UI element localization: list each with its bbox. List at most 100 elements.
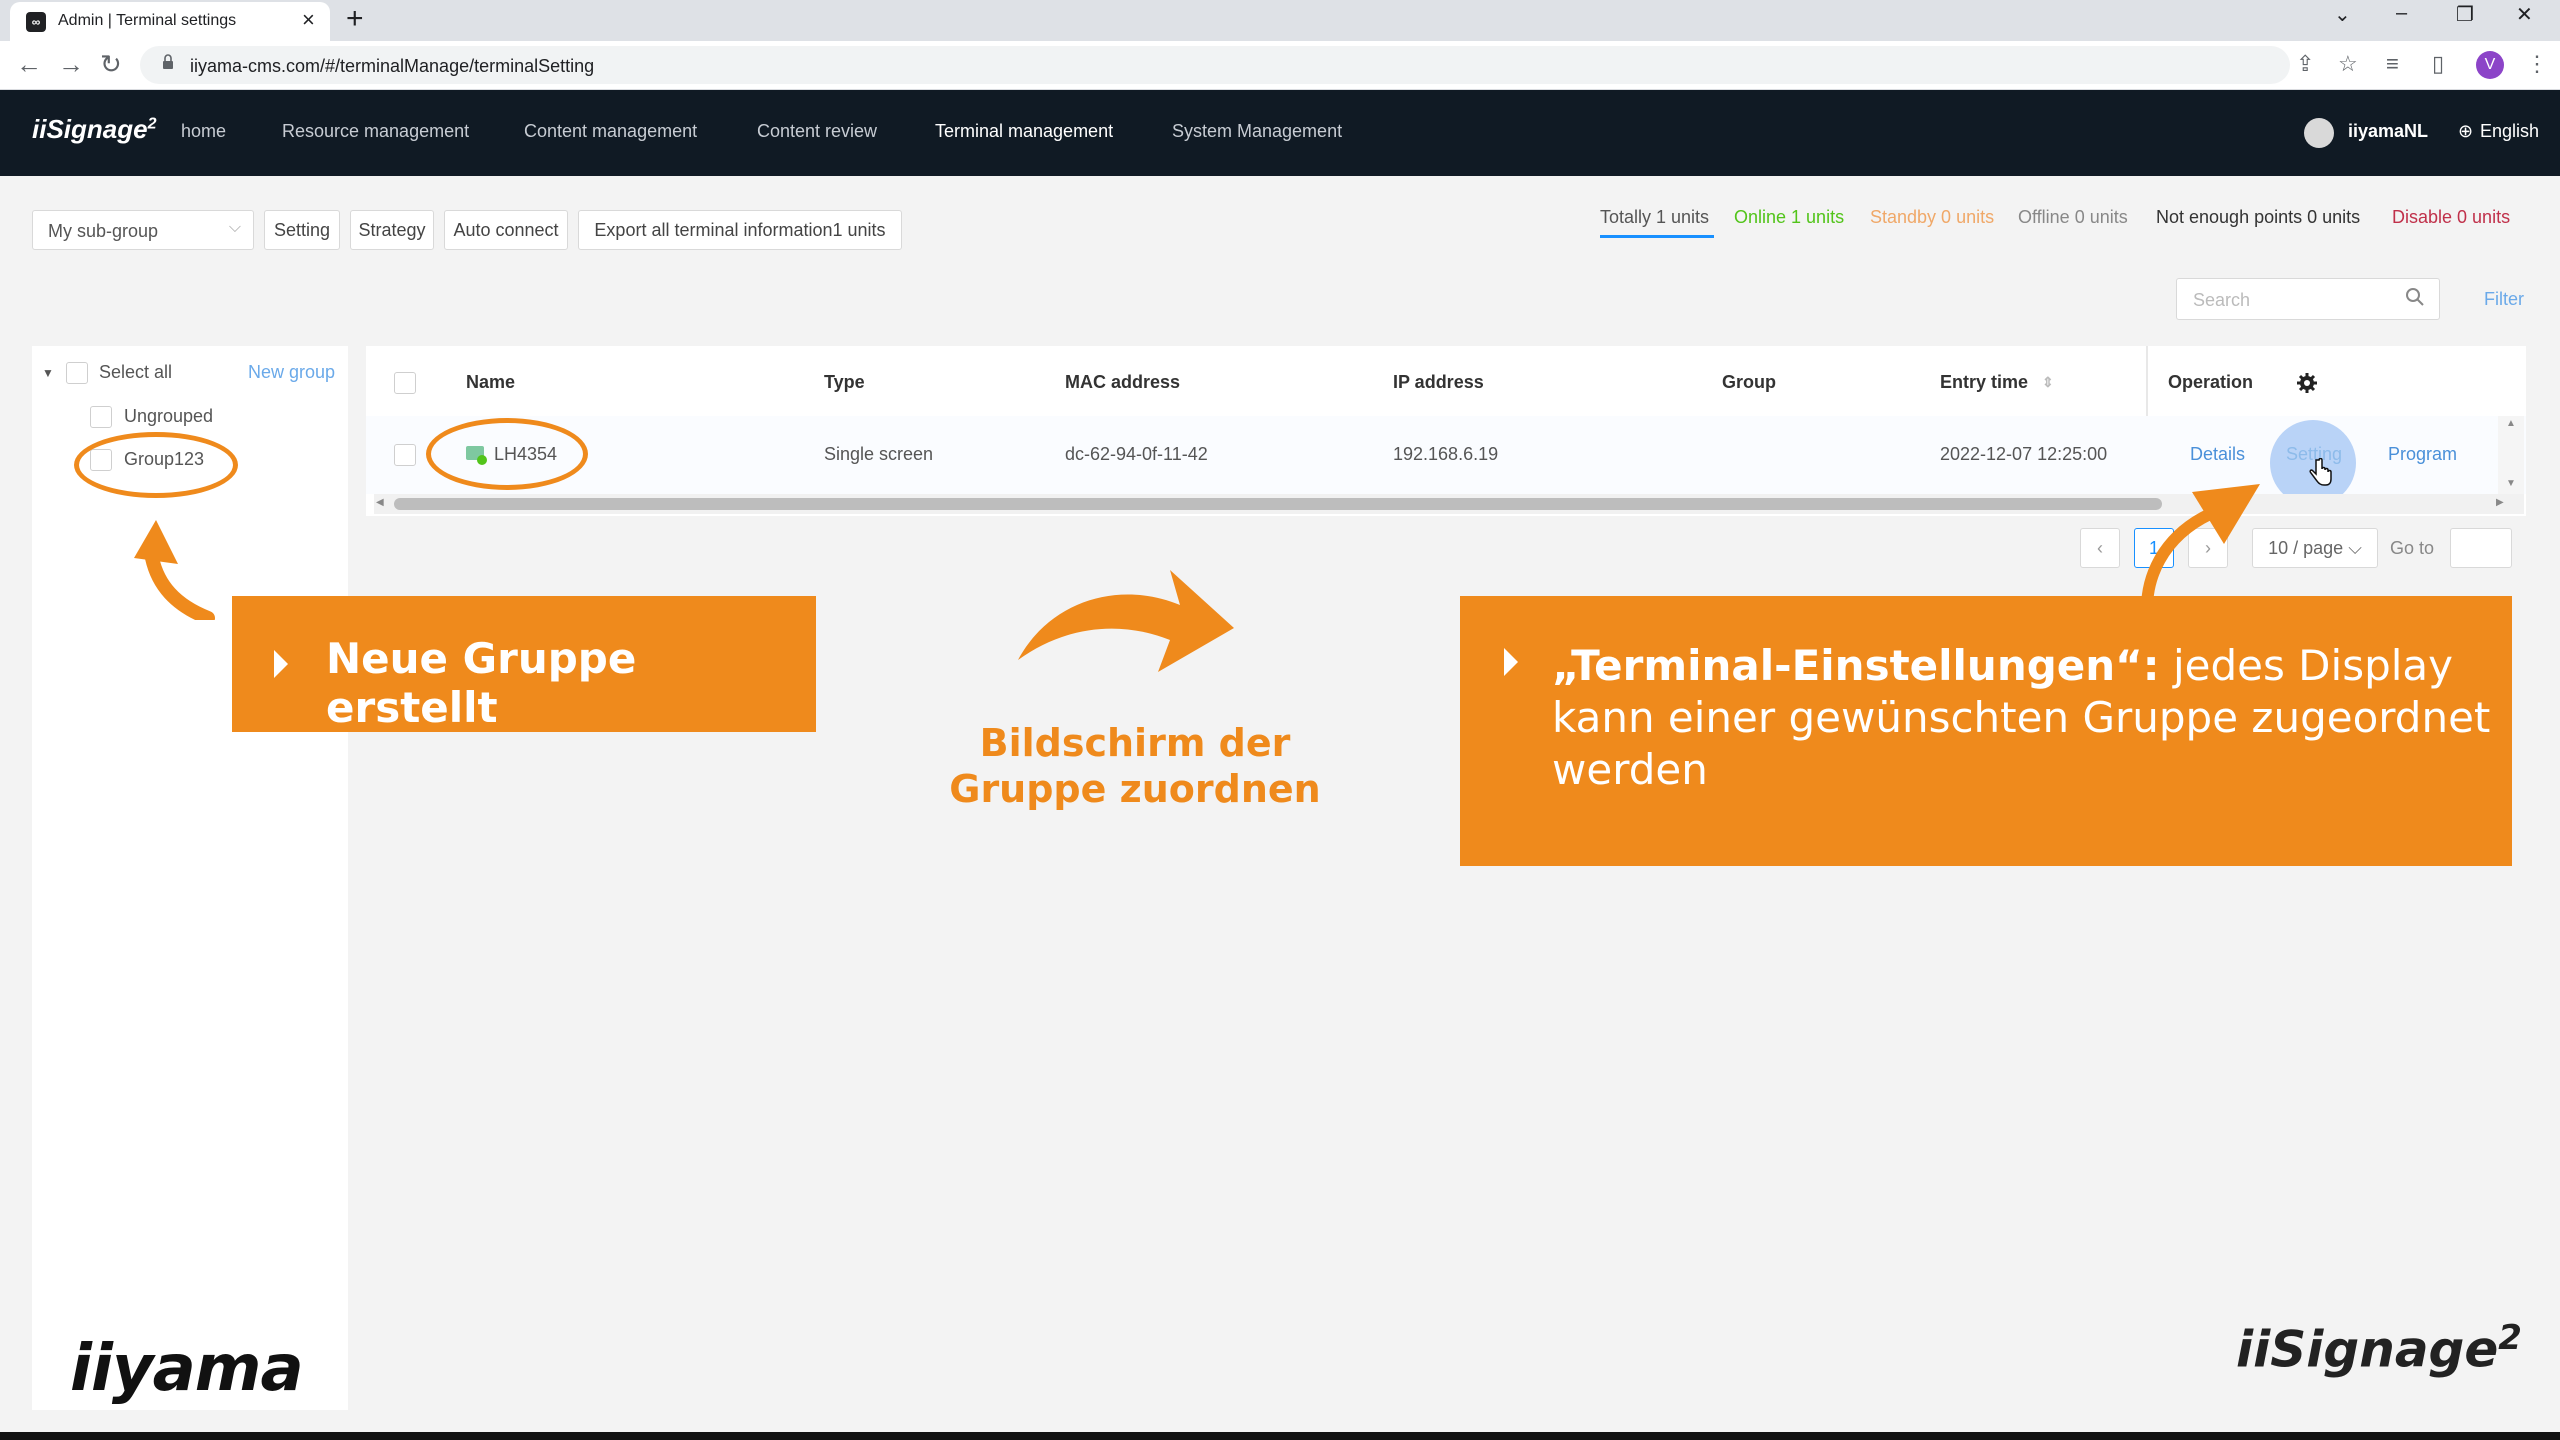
iiyama-logo: iiyama [70,1332,304,1406]
stat-not-enough-tab[interactable]: Not enough points 0 units [2156,207,2360,228]
browser-tab-bar: ∞ Admin | Terminal settings × + ⌄ – ❐ ✕ [0,0,2560,41]
share-icon[interactable]: ⇪ [2296,51,2314,77]
auto-connect-button[interactable]: Auto connect [444,210,568,250]
reading-list-icon[interactable]: ≡ [2386,51,2399,77]
filter-link[interactable]: Filter [2484,289,2524,310]
strategy-button[interactable]: Strategy [350,210,434,250]
bookmark-star-icon[interactable]: ☆ [2338,51,2358,77]
arrow-up-left-icon [134,520,215,620]
address-bar[interactable]: iiyama-cms.com/#/terminalManage/terminal… [140,46,2290,84]
stat-offline-tab[interactable]: Offline 0 units [2018,207,2128,228]
center-caption-line1: Bildschirm der [979,721,1291,765]
profile-avatar[interactable]: V [2476,51,2504,79]
new-group-link[interactable]: New group [248,362,335,383]
tab-search-icon[interactable]: ⌄ [2334,2,2351,27]
vertical-scrollbar[interactable]: ▲ ▼ [2498,416,2524,494]
select-all-label[interactable]: Select all [99,362,172,383]
close-window-icon[interactable]: ✕ [2516,2,2533,27]
tree-item-ungrouped[interactable]: Ungrouped [124,406,213,427]
nav-home[interactable]: home [181,121,226,142]
stat-standby-tab[interactable]: Standby 0 units [1870,207,1994,228]
app-logo[interactable]: iiSignage2 [32,114,156,145]
header-select-checkbox[interactable] [394,372,416,394]
row-select-checkbox[interactable] [394,444,416,466]
search-input[interactable]: Search [2176,278,2440,320]
app-header: iiSignage2 home Resource management Cont… [0,90,2560,176]
hand-cursor-icon [2309,458,2332,486]
column-header-ip: IP address [1393,372,1484,392]
nav-terminal-management[interactable]: Terminal management [935,121,1113,142]
lock-icon [163,54,173,69]
scroll-right-icon[interactable]: ▶ [2496,497,2504,508]
tab-title: Admin | Terminal settings [58,12,237,29]
setting-button[interactable]: Setting [264,210,340,250]
tab-close-icon[interactable]: × [302,7,315,33]
scroll-left-icon[interactable]: ◀ [376,497,384,508]
cell-type: Single screen [824,444,934,464]
gear-icon[interactable] [2296,372,2318,394]
stat-total-tab[interactable]: Totally 1 units [1600,207,1709,228]
active-tab-underline [1600,235,1714,238]
highlight-ellipse-terminal [426,418,588,490]
back-icon[interactable]: ← [16,49,42,80]
browser-menu-icon[interactable]: ⋮ [2526,51,2548,77]
column-header-mac: MAC address [1065,372,1181,392]
scrollbar-thumb[interactable] [394,498,2162,510]
nav-system-management[interactable]: System Management [1172,121,1342,142]
stat-disable-tab[interactable]: Disable 0 units [2392,207,2510,228]
reload-icon[interactable]: ↻ [100,49,122,80]
user-avatar[interactable] [2304,118,2334,148]
sort-icon[interactable]: ⇕ [2042,374,2054,391]
column-header-operation: Operation [2168,372,2254,392]
user-name[interactable]: iiyamaNL [2348,121,2428,142]
center-caption: Bildschirm der Gruppe zuordnen [880,720,1390,812]
goto-label: Go to [2390,538,2435,558]
center-caption-line2: Gruppe zuordnen [949,767,1321,811]
side-panel-icon[interactable]: ▯ [2432,51,2444,77]
ungrouped-checkbox[interactable] [90,406,112,428]
cell-mac: dc-62-94-0f-11-42 [1065,444,1208,464]
subgroup-select[interactable]: My sub-group ⌵ [32,210,254,250]
callout-new-group-text: Neue Gruppe erstellt [326,634,637,732]
scroll-down-icon[interactable]: ▼ [2506,478,2516,489]
nav-content-review[interactable]: Content review [757,121,877,142]
forward-icon[interactable]: → [58,49,84,80]
callout-terminal-settings-bold: „Terminal-Einstellungen“: [1552,641,2160,690]
url-text: iiyama-cms.com/#/terminalManage/terminal… [190,56,595,76]
callout-terminal-settings: „Terminal-Einstellungen“: jedes Display … [1460,596,2512,866]
nav-content-management[interactable]: Content management [524,121,697,142]
search-icon[interactable] [2405,287,2425,309]
iisignage-logo: iiSignage2 [2236,1318,2522,1379]
arrow-curved-right-icon [1018,570,1234,672]
callout-new-group: Neue Gruppe erstellt [232,596,816,732]
restore-icon[interactable]: ❐ [2456,2,2474,27]
browser-tab[interactable]: ∞ Admin | Terminal settings × [10,2,330,41]
column-header-entry-time[interactable]: Entry time [1940,372,2028,393]
callout-terminal-settings-text: „Terminal-Einstellungen“: jedes Display … [1552,640,2512,796]
column-header-group: Group [1722,372,1776,392]
favicon-icon: ∞ [26,12,46,32]
export-button[interactable]: Export all terminal information1 units [578,210,902,250]
globe-icon[interactable]: ⊕ [2458,121,2473,142]
scroll-up-icon[interactable]: ▲ [2506,418,2516,429]
program-link[interactable]: Program [2388,444,2457,465]
stat-online-tab[interactable]: Online 1 units [1734,207,1844,228]
page-size-value: 10 / page [2268,538,2344,558]
minimize-icon[interactable]: – [2396,2,2407,25]
prev-page-button[interactable]: ‹ [2080,528,2120,568]
group-tree-panel: ▼ Select all New group Ungrouped Group12… [32,346,348,1410]
caret-right-icon [274,650,288,678]
cell-entry-time: 2022-12-07 12:25:00 [1940,444,2108,464]
page-size-select[interactable]: 10 / page ⌵ [2252,528,2378,568]
language-switch[interactable]: English [2480,121,2539,142]
browser-toolbar: ← → ↻ iiyama-cms.com/#/terminalManage/te… [0,41,2560,90]
subgroup-value: My sub-group [48,221,159,241]
bottom-bar [0,1432,2560,1440]
details-link[interactable]: Details [2190,444,2245,465]
select-all-checkbox[interactable] [66,362,88,384]
nav-resource-management[interactable]: Resource management [282,121,469,142]
column-header-name: Name [466,372,516,392]
caret-down-icon[interactable]: ▼ [42,366,54,380]
new-tab-icon[interactable]: + [346,2,364,36]
goto-input[interactable] [2450,528,2512,568]
